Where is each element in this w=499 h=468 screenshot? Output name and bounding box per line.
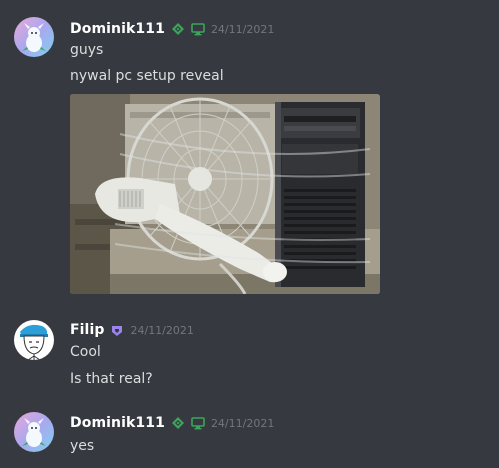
- diamond-badge-icon[interactable]: [171, 22, 185, 36]
- message-text: guys: [70, 42, 104, 58]
- desktop-icon: [191, 22, 205, 36]
- timestamp[interactable]: 24/11/2021: [211, 417, 274, 430]
- username[interactable]: Dominik111: [70, 21, 165, 37]
- message-text: yes: [70, 438, 95, 454]
- image-attachment[interactable]: [70, 94, 380, 294]
- message-header: Filip 24/11/2021: [70, 320, 194, 340]
- timestamp[interactable]: 24/11/2021: [211, 23, 274, 36]
- message-text: Is that real?: [70, 371, 153, 387]
- message-header: Dominik111 24/11/2021: [70, 19, 274, 39]
- chat-messages: Dominik111 24/11/2021 guys nywal pc setu…: [0, 0, 499, 468]
- avatar[interactable]: [14, 17, 54, 57]
- message-header: Dominik111 24/11/2021: [70, 413, 274, 433]
- avatar[interactable]: [14, 412, 54, 452]
- desktop-icon: [191, 416, 205, 430]
- message-text: Cool: [70, 344, 101, 360]
- timestamp[interactable]: 24/11/2021: [130, 324, 193, 337]
- message-text: nywal pc setup reveal: [70, 68, 224, 84]
- nitro-badge-icon[interactable]: [110, 323, 124, 337]
- username[interactable]: Filip: [70, 322, 104, 338]
- username[interactable]: Dominik111: [70, 415, 165, 431]
- avatar[interactable]: [14, 320, 54, 360]
- diamond-badge-icon[interactable]: [171, 416, 185, 430]
